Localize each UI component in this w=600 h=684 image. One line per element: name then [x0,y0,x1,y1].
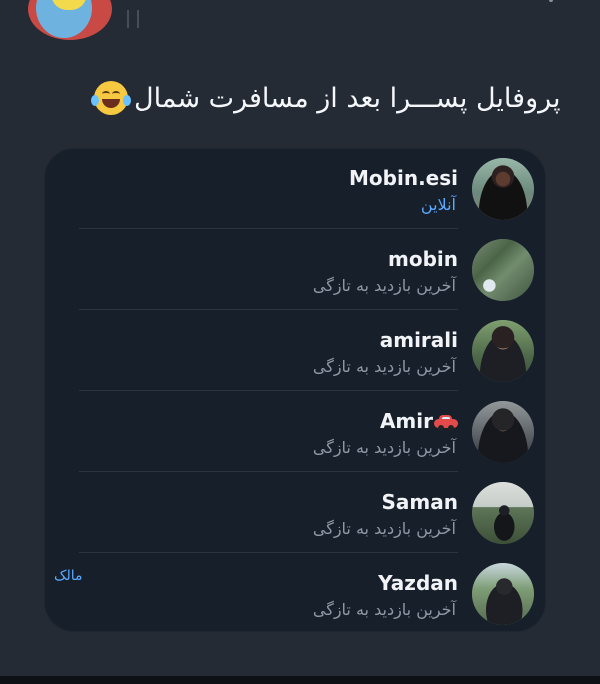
contact-status: آخرین بازدید به تازگی [312,357,456,376]
paused-indicator-icon [127,10,139,28]
contact-status-online: آنلاین [420,195,456,214]
contact-avatar[interactable] [472,320,534,382]
contact-name: amirali [379,328,458,352]
car-icon [434,414,458,431]
contact-status: آخرین بازدید به تازگی [312,600,456,619]
contact-name-text: Amir [379,409,433,433]
owner-badge: مالک [54,568,83,584]
contact-row-amir[interactable]: Amir آخرین بازدید به تازگی [44,391,546,472]
person-avatar-icon [472,482,534,544]
car-wheel-icon [438,425,444,431]
more-options-icon[interactable] [549,0,553,2]
tear-left-icon [91,95,99,106]
contact-avatar[interactable] [472,158,534,220]
contact-status: آخرین بازدید به تازگی [312,276,456,295]
post-caption: پروفایل پســـرا بعد از مسافرت شمال [91,76,561,120]
contact-row-mobin[interactable]: mobin آخرین بازدید به تازگی [44,229,546,310]
contact-avatar[interactable] [472,401,534,463]
contact-status: آخرین بازدید به تازگی [312,519,456,538]
contact-name: Amir [380,409,458,433]
contact-name: mobin [388,247,458,271]
contact-row-mobin-esi[interactable]: Mobin.esi آنلاین [44,148,546,229]
person-avatar-icon [472,401,534,463]
eye-right-icon [112,91,120,97]
contact-name: Yazdan [378,571,458,595]
contact-list: Mobin.esi آنلاین mobin آخرین بازدید به ت… [44,148,546,632]
contact-avatar[interactable] [472,563,534,625]
person-avatar-icon [472,158,534,220]
bottom-band [0,676,600,684]
contact-row-yazdan[interactable]: Yazdan آخرین بازدید به تازگی [44,553,546,632]
person-avatar-icon [472,320,534,382]
contact-name: Mobin.esi [349,166,458,190]
profile-avatar[interactable] [28,0,112,40]
contact-name: Saman [381,490,458,514]
tear-right-icon [123,95,131,106]
post-caption-text: پروفایل پســـرا بعد از مسافرت شمال [134,82,561,114]
contact-avatar[interactable] [472,482,534,544]
person-avatar-icon [472,563,534,625]
eye-left-icon [102,91,110,97]
car-wheel-icon [448,425,454,431]
contact-row-saman[interactable]: Saman آخرین بازدید به تازگی [44,472,546,553]
contact-status: آخرین بازدید به تازگی [312,438,456,457]
smile-icon [102,99,120,108]
contact-row-amirali[interactable]: amirali آخرین بازدید به تازگی [44,310,546,391]
landscape-avatar-icon [472,239,534,301]
contact-avatar[interactable] [472,239,534,301]
laughing-face-icon [91,81,131,115]
